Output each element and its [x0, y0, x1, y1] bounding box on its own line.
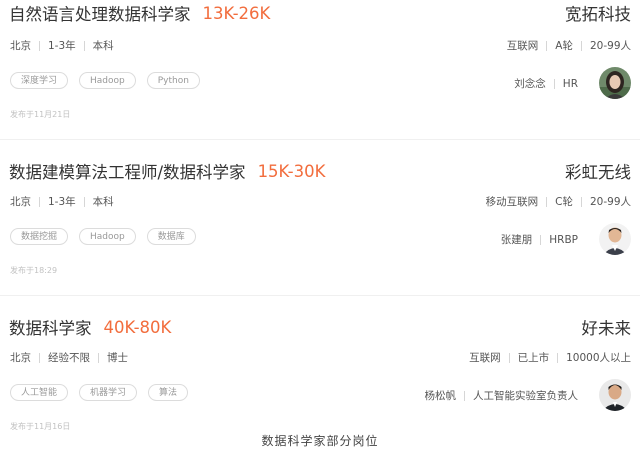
job-education: 本科	[92, 196, 114, 208]
job-title[interactable]: 数据建模算法工程师/数据科学家	[9, 159, 246, 183]
job-card[interactable]: 自然语言处理数据科学家 13K-26K 宽拓科技 北京 1-3年 本科 互联网 …	[0, 0, 640, 140]
job-meta: 北京 1-3年 本科	[10, 38, 114, 53]
job-education: 博士	[107, 352, 128, 364]
recruiter-avatar[interactable]	[599, 67, 631, 99]
job-city: 北京	[10, 40, 31, 52]
job-title-row: 数据科学家 40K-80K	[9, 313, 171, 341]
job-title[interactable]: 数据科学家	[9, 315, 92, 339]
divider	[580, 196, 582, 207]
recruiter-role: HR	[562, 77, 578, 90]
company-name[interactable]: 好未来	[582, 313, 632, 341]
recruiter-avatar[interactable]	[599, 223, 631, 255]
job-title-row: 数据建模算法工程师/数据科学家 15K-30K	[9, 157, 325, 185]
divider	[464, 390, 465, 401]
divider	[39, 352, 40, 363]
company-meta: 互联网 A轮 20-99人	[507, 38, 631, 53]
company-size: 20-99人	[589, 196, 631, 208]
company-industry: 互联网	[469, 352, 501, 364]
divider	[83, 196, 85, 207]
post-time: 发布于11月21日	[10, 110, 71, 119]
divider	[39, 196, 40, 207]
skill-tag[interactable]: Hadoop	[79, 72, 136, 89]
divider	[98, 352, 99, 363]
job-title-row: 自然语言处理数据科学家 13K-26K	[9, 0, 270, 27]
divider	[580, 40, 582, 51]
divider	[39, 40, 40, 51]
job-city: 北京	[10, 196, 31, 208]
skill-tag[interactable]: 数据挖掘	[10, 228, 69, 245]
company-name[interactable]: 彩虹无线	[565, 157, 631, 185]
recruiter-info[interactable]: 刘念念 HR	[514, 76, 578, 91]
avatar-photo-woman-icon	[599, 67, 631, 99]
recruiter-role: HRBP	[549, 233, 578, 246]
company-industry: 移动互联网	[485, 196, 539, 208]
divider	[83, 40, 85, 51]
salary: 15K-30K	[257, 161, 326, 181]
company-size: 20-99人	[589, 40, 631, 52]
divider	[546, 196, 548, 207]
skill-tags: 人工智能 机器学习 算法	[10, 384, 189, 401]
post-time: 发布于11月16日	[10, 422, 71, 431]
job-experience: 1-3年	[48, 196, 76, 208]
company-stage: 已上市	[517, 352, 550, 364]
company-meta: 互联网 已上市 10000人以上	[469, 350, 631, 365]
skill-tag[interactable]: 机器学习	[79, 384, 138, 401]
skill-tag[interactable]: 算法	[148, 384, 189, 401]
skill-tags: 深度学习 Hadoop Python	[10, 72, 200, 89]
recruiter-info[interactable]: 杨松帆 人工智能实验室负责人	[425, 388, 579, 403]
company-industry: 互联网	[506, 40, 539, 52]
skill-tag[interactable]: Hadoop	[79, 228, 136, 245]
avatar-photo-man-icon	[599, 223, 631, 255]
recruiter-name: 杨松帆	[424, 390, 457, 402]
divider	[546, 40, 548, 51]
post-time: 发布于18:29	[10, 266, 58, 275]
divider	[553, 78, 555, 89]
divider	[508, 352, 510, 363]
recruiter-info[interactable]: 张建朋 HRBP	[501, 232, 578, 247]
skill-tag[interactable]: 深度学习	[10, 72, 69, 89]
job-title[interactable]: 自然语言处理数据科学家	[9, 1, 191, 25]
image-caption: 数据科学家部分岗位	[261, 434, 379, 448]
divider	[557, 352, 559, 363]
job-meta: 北京 经验不限 博士	[10, 350, 128, 365]
skill-tag[interactable]: 人工智能	[10, 384, 69, 401]
avatar-photo-man-icon	[599, 379, 631, 411]
job-city: 北京	[10, 352, 31, 364]
company-stage: C轮	[555, 196, 573, 208]
company-meta: 移动互联网 C轮 20-99人	[486, 194, 631, 209]
divider	[540, 234, 542, 245]
company-stage: A轮	[555, 40, 573, 52]
job-meta: 北京 1-3年 本科	[10, 194, 114, 209]
skill-tags: 数据挖掘 Hadoop 数据库	[10, 228, 196, 245]
company-name[interactable]: 宽拓科技	[565, 0, 631, 27]
recruiter-name: 张建朋	[500, 234, 533, 246]
recruiter-avatar[interactable]	[599, 379, 631, 411]
company-size: 10000人以上	[566, 352, 631, 364]
recruiter-role: 人工智能实验室负责人	[473, 390, 578, 402]
salary: 13K-26K	[202, 3, 271, 23]
skill-tag[interactable]: Python	[146, 72, 200, 89]
job-card[interactable]: 数据建模算法工程师/数据科学家 15K-30K 彩虹无线 北京 1-3年 本科 …	[0, 156, 640, 296]
salary: 40K-80K	[103, 317, 172, 337]
job-experience: 经验不限	[48, 352, 90, 364]
job-card[interactable]: 数据科学家 40K-80K 好未来 北京 经验不限 博士 互联网 已上市 100…	[0, 312, 640, 431]
job-education: 本科	[92, 40, 114, 52]
job-experience: 1-3年	[48, 40, 76, 52]
skill-tag[interactable]: 数据库	[146, 228, 196, 245]
recruiter-name: 刘念念	[514, 78, 546, 90]
